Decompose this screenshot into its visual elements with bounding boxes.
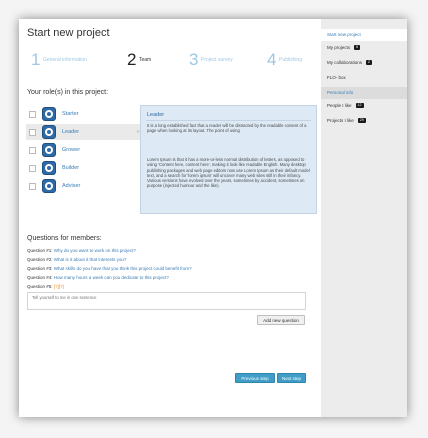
role-description-text: Lorem Ipsum is that it has a more-or-les… [147, 157, 310, 189]
count-badge: 29 [357, 118, 366, 124]
roles-heading: Your role(s) in this project: [27, 89, 109, 96]
role-item-starter[interactable]: Starter [26, 106, 141, 122]
role-name: Starter [62, 111, 79, 117]
count-badge: 2 [366, 60, 373, 66]
role-name: Builder [62, 165, 80, 171]
step-label: Publishing [279, 57, 303, 63]
question-row: Question #2: What is it about it that in… [27, 257, 126, 262]
role-name: Adviser [62, 183, 81, 189]
role-description-title: Leader [147, 112, 165, 118]
question-label: Question #3: [27, 266, 53, 271]
count-badge: 12 [355, 103, 364, 109]
questions-heading: Questions for members: [27, 235, 102, 242]
previous-step-button[interactable]: Previous step [235, 373, 275, 383]
step-label: Project survey [201, 57, 233, 63]
main-panel: Start new project 1 General information … [19, 19, 321, 417]
sidebar-item-projects-i-like[interactable]: Projects I like 29 [321, 115, 407, 127]
question-row: Question #5: [?][?] [27, 284, 64, 289]
step-label: Team [139, 57, 152, 63]
divider [146, 120, 311, 121]
step-label: General information [43, 57, 87, 63]
add-question-button[interactable]: Add new question [257, 315, 305, 325]
question-row: Question #4: How many hours a week can y… [27, 275, 169, 280]
role-description-box: Leader It is a long established fact tha… [140, 105, 317, 214]
role-item-builder[interactable]: Builder [26, 160, 141, 176]
role-name: Leader [62, 129, 80, 135]
role-checkbox[interactable] [29, 147, 36, 154]
sidebar-item-personal-info[interactable]: Personal info [321, 87, 407, 99]
question-label: Question #2: [27, 257, 53, 262]
count-badge: 5 [354, 45, 361, 51]
builder-icon [42, 161, 56, 175]
question-text[interactable]: [?][?] [54, 284, 64, 289]
sidebar-item-label: People I like [327, 103, 352, 108]
sidebar-item-label: Personal info [327, 90, 354, 95]
step-number: 3 [189, 50, 199, 69]
sidebar-item-start-new-project[interactable]: Start new project [321, 29, 407, 41]
question-text[interactable]: What is it about it that interests you? [54, 257, 127, 262]
role-item-leader[interactable]: Leader ▸ [26, 124, 141, 140]
question-row: Question #3: What skills do you have tha… [27, 266, 192, 271]
question-label: Question #1: [27, 248, 53, 253]
role-checkbox[interactable] [29, 165, 36, 172]
grower-icon [42, 143, 56, 157]
role-checkbox[interactable] [29, 129, 36, 136]
sidebar-item-my-projects[interactable]: My projects 5 [321, 42, 407, 54]
next-step-button[interactable]: Next step [277, 373, 306, 383]
question-input[interactable] [27, 292, 306, 310]
question-label: Question #4: [27, 275, 53, 280]
sidebar-item-label: My collaborations [327, 60, 363, 65]
sidebar-item-my-collaborations[interactable]: My collaborations 2 [321, 57, 407, 69]
app-window: Start new project 1 General information … [19, 19, 407, 417]
question-text[interactable]: What skills do you have that you think t… [54, 266, 192, 271]
role-description-text: It is a long established fact that a rea… [147, 123, 307, 134]
step-number: 1 [31, 50, 41, 69]
role-name: Grower [62, 147, 81, 153]
sidebar: Start new project My projects 5 My collab… [321, 19, 407, 417]
sidebar-item-label: Start new project [327, 32, 361, 37]
question-label: Question #5: [27, 284, 53, 289]
page-title: Start new project [27, 27, 110, 39]
sidebar-item-label: Projects I like [327, 118, 354, 123]
sidebar-item-label: My projects [327, 45, 351, 50]
step-number: 4 [267, 50, 277, 69]
adviser-icon [42, 179, 56, 193]
starter-icon [42, 107, 56, 121]
question-text[interactable]: How many hours a week can you dedicate t… [54, 275, 169, 280]
wizard-steps: 1 General information 2 Team 3 Project s… [31, 51, 316, 71]
role-checkbox[interactable] [29, 183, 36, 190]
question-text[interactable]: Why do you want to work on this project? [54, 248, 136, 253]
sidebar-item-flo-box[interactable]: FLO- box [321, 72, 407, 84]
question-row: Question #1: Why do you want to work on … [27, 248, 136, 253]
role-item-adviser[interactable]: Adviser [26, 178, 141, 194]
step-number: 2 [127, 50, 137, 69]
sidebar-item-label: FLO- box [327, 75, 346, 80]
leader-icon [42, 125, 56, 139]
role-checkbox[interactable] [29, 111, 36, 118]
role-item-grower[interactable]: Grower [26, 142, 141, 158]
sidebar-item-people-i-like[interactable]: People I like 12 [321, 100, 407, 112]
